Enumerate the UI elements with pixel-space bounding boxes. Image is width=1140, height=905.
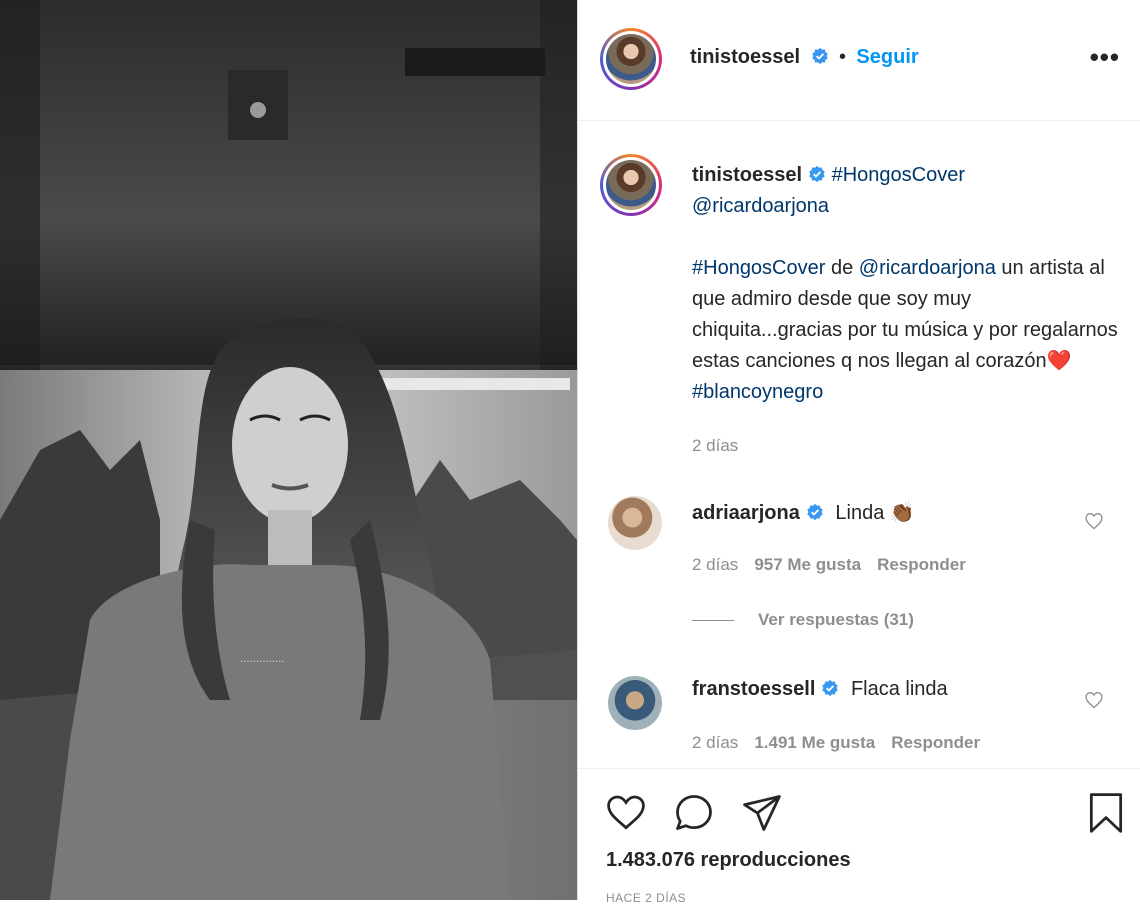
more-options-icon[interactable]: ••• (1090, 44, 1120, 70)
comment-text: Linda (835, 502, 885, 524)
comment-meta: 2 días 957 Me gusta Responder (692, 555, 966, 575)
caption-hashtag-2[interactable]: #blancoynegro (692, 381, 823, 403)
comment-text: Flaca linda (850, 678, 948, 700)
author-avatar[interactable] (600, 28, 662, 90)
views-count[interactable]: 1.483.076 reproducciones (606, 849, 851, 872)
caption-body: #HongosCover de @ricardoarjona un artist… (692, 253, 1122, 408)
caption-hashtag-title[interactable]: #HongosCover (832, 164, 965, 186)
comment-username[interactable]: adriaarjona (692, 502, 800, 524)
comment-likes[interactable]: 957 Me gusta (754, 555, 861, 574)
shirt-print: .............. (240, 654, 285, 665)
comment-row: adriaarjona Linda 👏🏾 (692, 500, 915, 525)
comment-username[interactable]: franstoessell (692, 678, 815, 700)
verified-badge-icon (822, 679, 839, 697)
clap-emoji: 👏🏾 (889, 502, 915, 524)
separator-dot: • (838, 46, 846, 68)
like-heart-icon[interactable] (604, 791, 648, 835)
post-sidebar: tinistoessel • Seguir ••• tinistoessel #… (578, 0, 1140, 905)
posted-time[interactable]: HACE 2 DÍAS (606, 891, 686, 905)
commenter-avatar[interactable] (608, 496, 662, 550)
comment-row: franstoessell Flaca linda (692, 678, 948, 701)
post-actions: 1.483.076 reproducciones HACE 2 DÍAS (578, 768, 1140, 905)
photo-illustration: .............. (0, 0, 577, 900)
caption-username[interactable]: tinistoessel (692, 164, 802, 186)
reply-button[interactable]: Responder (891, 733, 980, 752)
verified-badge-icon (811, 47, 828, 65)
comment-icon[interactable] (672, 791, 716, 835)
commenter-avatar[interactable] (608, 676, 662, 730)
comment-likes[interactable]: 1.491 Me gusta (754, 733, 875, 752)
comment-time[interactable]: 2 días (692, 733, 738, 752)
share-icon[interactable] (740, 791, 784, 835)
comment-time[interactable]: 2 días (692, 555, 738, 574)
comment-like-heart-icon[interactable] (1084, 690, 1104, 710)
caption-avatar[interactable] (600, 154, 662, 216)
caption-mention[interactable]: @ricardoarjona (859, 257, 996, 279)
follow-button[interactable]: Seguir (856, 46, 918, 68)
comment-like-heart-icon[interactable] (1084, 511, 1104, 531)
post-photo[interactable]: .............. (0, 0, 577, 900)
view-replies-button[interactable]: Ver respuestas (31) (692, 610, 914, 630)
author-username[interactable]: tinistoessel (690, 46, 800, 68)
verified-badge-icon (809, 165, 825, 183)
comment-meta: 2 días 1.491 Me gusta Responder (692, 733, 980, 753)
bookmark-icon[interactable] (1084, 791, 1128, 835)
view-replies-label[interactable]: Ver respuestas (31) (758, 610, 914, 629)
heart-emoji: ❤️ (1046, 350, 1072, 372)
replies-line (692, 620, 734, 622)
caption-hashtag[interactable]: #HongosCover (692, 257, 825, 279)
caption: tinistoessel #HongosCover @ricardoarjona… (692, 160, 1122, 461)
header-user-row: tinistoessel • Seguir (690, 46, 919, 69)
reply-button[interactable]: Responder (877, 555, 966, 574)
caption-de: de (825, 257, 859, 279)
caption-mention-title[interactable]: @ricardoarjona (692, 195, 829, 217)
verified-badge-icon (807, 503, 823, 521)
caption-header: tinistoessel #HongosCover @ricardoarjona (692, 160, 1122, 222)
post-header: tinistoessel • Seguir ••• (578, 0, 1140, 121)
caption-time[interactable]: 2 días (692, 430, 1122, 461)
